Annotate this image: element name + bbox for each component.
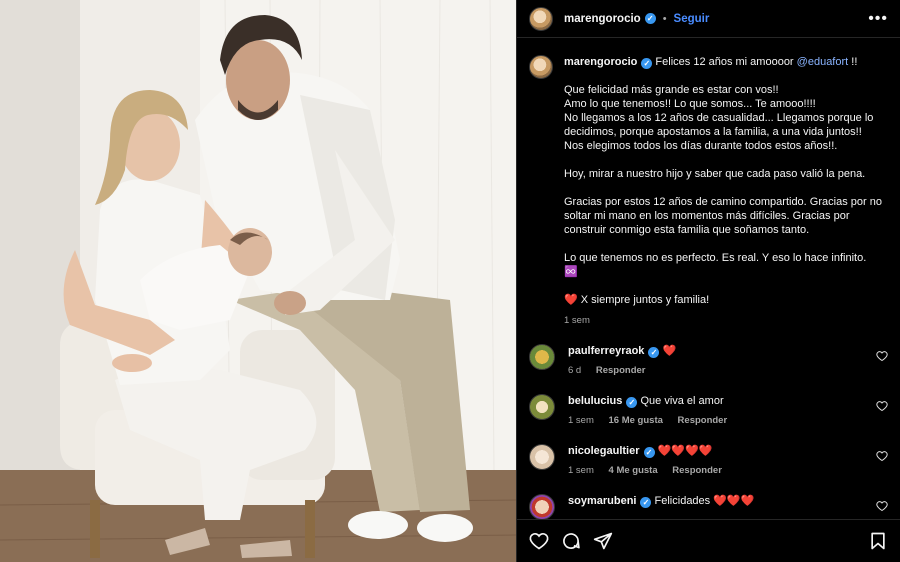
- comment-username[interactable]: belulucius: [568, 395, 622, 407]
- comment-line: nicolegaultier ✓ ❤️❤️❤️❤️: [568, 444, 734, 458]
- comment-avatar[interactable]: [529, 494, 555, 519]
- comment-meta: 6 d Responder: [568, 365, 676, 376]
- verified-badge-icon: ✓: [640, 497, 652, 508]
- comment-line: paulferreyraok ✓ ❤️: [568, 344, 676, 358]
- comment-reply-button[interactable]: Responder: [678, 415, 728, 426]
- post-photo[interactable]: [0, 0, 516, 562]
- comment-line: soymarubeni ✓ Felicidades ❤️❤️❤️: [568, 494, 754, 508]
- comment-body: soymarubeni ✓ Felicidades ❤️❤️❤️: [568, 494, 754, 519]
- caption-author-username[interactable]: marengorocio: [564, 56, 637, 68]
- comment-like-heart-icon[interactable]: [876, 400, 888, 412]
- comment-avatar[interactable]: [529, 444, 555, 470]
- caption-mention-link[interactable]: @eduafort: [797, 56, 849, 68]
- verified-badge-icon: ✓: [643, 447, 655, 458]
- comment-username[interactable]: soymarubeni: [568, 495, 636, 507]
- comment-icon[interactable]: [561, 531, 581, 551]
- comment-time: 6 d: [568, 365, 582, 376]
- comment-meta: 1 sem 16 Me gusta Responder: [568, 415, 739, 426]
- comment-item: belulucius ✓ Que viva el amor 1 sem 16 Me…: [529, 394, 888, 426]
- caption-timestamp: 1 sem: [564, 315, 590, 326]
- comment-username[interactable]: nicolegaultier: [568, 445, 640, 457]
- post-action-bar: [517, 519, 900, 562]
- comment-item: paulferreyraok ✓ ❤️ 6 d Responder: [529, 344, 888, 376]
- post-details-panel: marengorocio ✓ • Seguir ••• marengorocio…: [516, 0, 900, 562]
- verified-badge-icon: ✓: [626, 397, 638, 408]
- comment-reply-button[interactable]: Responder: [596, 365, 646, 376]
- comment-reply-button[interactable]: Responder: [672, 465, 722, 476]
- caption-headline: marengorocio ✓ Felices 12 años mi amoooor…: [564, 55, 886, 69]
- comment-text: ❤️: [662, 345, 677, 357]
- comment-time: 1 sem: [568, 415, 594, 426]
- caption-author-avatar[interactable]: [529, 55, 553, 79]
- comment-like-heart-icon[interactable]: [876, 350, 888, 362]
- comment-username[interactable]: paulferreyraok: [568, 345, 644, 357]
- caption-head-tail: !!: [851, 56, 858, 68]
- heart-icon[interactable]: [529, 531, 549, 551]
- comment-item: soymarubeni ✓ Felicidades ❤️❤️❤️: [529, 494, 888, 519]
- caption-body: marengorocio ✓ Felices 12 años mi amoooor…: [564, 55, 886, 326]
- comment-likes-count[interactable]: 4 Me gusta: [609, 465, 658, 476]
- comment-like-heart-icon[interactable]: [876, 500, 888, 512]
- comment-item: nicolegaultier ✓ ❤️❤️❤️❤️ 1 sem 4 Me gust…: [529, 444, 888, 476]
- comments-scroll-area[interactable]: marengorocio ✓ Felices 12 años mi amoooor…: [517, 39, 900, 519]
- comment-line: belulucius ✓ Que viva el amor: [568, 394, 739, 408]
- comment-meta: 1 sem 4 Me gusta Responder: [568, 465, 734, 476]
- bookmark-icon[interactable]: [868, 531, 888, 551]
- verified-badge-icon: ✓: [644, 13, 656, 24]
- verified-badge-icon: ✓: [648, 347, 660, 358]
- share-icon[interactable]: [593, 531, 613, 551]
- author-avatar[interactable]: [529, 6, 553, 31]
- author-username[interactable]: marengorocio: [564, 13, 641, 25]
- comment-avatar[interactable]: [529, 394, 555, 420]
- comment-body: nicolegaultier ✓ ❤️❤️❤️❤️ 1 sem 4 Me gust…: [568, 444, 734, 476]
- comment-like-heart-icon[interactable]: [876, 450, 888, 462]
- more-options-icon[interactable]: •••: [868, 10, 888, 28]
- caption: marengorocio ✓ Felices 12 años mi amoooor…: [529, 55, 888, 326]
- comment-time: 1 sem: [568, 465, 594, 476]
- follow-button[interactable]: Seguir: [674, 13, 710, 25]
- comment-text: ❤️❤️❤️❤️: [657, 445, 713, 457]
- post-header: marengorocio ✓ • Seguir •••: [517, 0, 900, 38]
- verified-badge-icon: ✓: [641, 58, 653, 69]
- caption-head-text: Felices 12 años mi amoooor: [655, 56, 794, 68]
- separator-dot: •: [662, 12, 667, 25]
- comment-likes-count[interactable]: 16 Me gusta: [609, 415, 663, 426]
- comment-text: Felicidades ❤️❤️❤️: [654, 495, 755, 507]
- caption-text: Que felicidad más grande es estar con vo…: [564, 84, 882, 306]
- comment-body: belulucius ✓ Que viva el amor 1 sem 16 Me…: [568, 394, 739, 426]
- comment-body: paulferreyraok ✓ ❤️ 6 d Responder: [568, 344, 676, 376]
- comment-avatar[interactable]: [529, 344, 555, 370]
- family-photo-illustration: [0, 0, 516, 562]
- comment-text: Que viva el amor: [640, 395, 724, 407]
